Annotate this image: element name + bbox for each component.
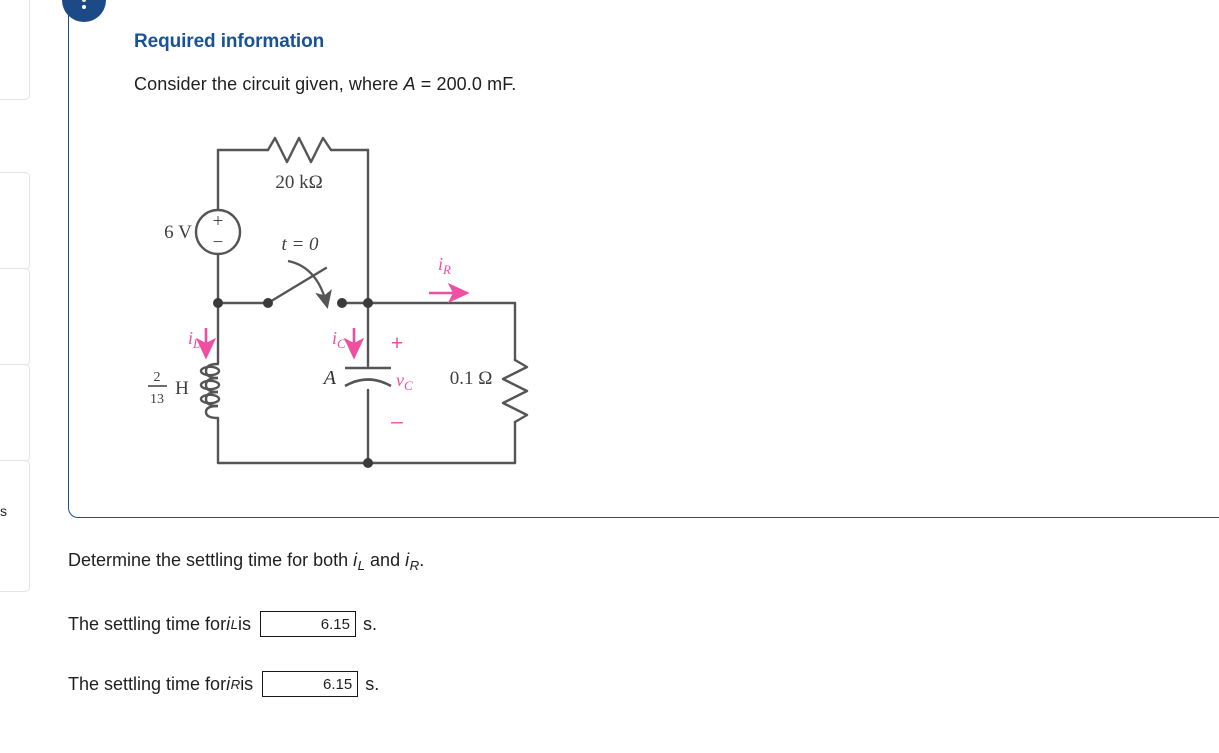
answer-ir-suffix: is bbox=[240, 673, 254, 694]
capacitor-plus-sign: + bbox=[391, 332, 403, 355]
clipped-card-3 bbox=[0, 364, 30, 462]
panel-heading: Required information bbox=[134, 31, 325, 52]
inductor-label: 2 13 H bbox=[148, 370, 189, 407]
source-minus-sign: − bbox=[213, 232, 224, 253]
right-resistor-label: 0.1 Ω bbox=[450, 368, 493, 389]
top-resistor-label: 20 kΩ bbox=[275, 172, 322, 193]
answer-il-var-sub: L bbox=[230, 616, 238, 632]
label-vc: vC bbox=[396, 370, 413, 393]
label-ic: iC bbox=[332, 328, 346, 351]
clipped-card-top bbox=[0, 0, 30, 100]
prompt-variable-a: A bbox=[403, 74, 416, 94]
current-labels: iL iC iR vC bbox=[188, 254, 451, 393]
question-suffix: . bbox=[419, 550, 425, 570]
question-middle: and bbox=[365, 550, 406, 570]
capacitor-symbol bbox=[344, 366, 392, 388]
label-ir: iR bbox=[438, 254, 451, 277]
ellipsis-dot-2 bbox=[82, 0, 86, 2]
inductor-symbol bbox=[199, 362, 221, 420]
source-label: 6 V bbox=[164, 222, 192, 243]
question-text: Determine the settling time for both iL … bbox=[68, 550, 424, 573]
prompt-suffix: = 200.0 mF. bbox=[415, 74, 517, 94]
inductor-unit: H bbox=[175, 378, 189, 399]
answer-ir-var-sub: R bbox=[230, 676, 241, 692]
answer-il-suffix: is bbox=[237, 613, 251, 634]
answer-il-unit: s. bbox=[362, 613, 377, 634]
clipped-card-1 bbox=[0, 172, 30, 270]
panel-prompt: Consider the circuit given, where A = 20… bbox=[134, 74, 516, 95]
question-var-il-sub: L bbox=[357, 557, 366, 573]
capacitor-minus-sign: – bbox=[391, 410, 403, 433]
answer-ir-prefix: The settling time for bbox=[68, 673, 227, 694]
question-var-ir-sub: R bbox=[409, 557, 420, 573]
voltage-source-symbol: + − bbox=[194, 208, 242, 256]
answer-row-il: The settling time for iL is s. bbox=[68, 611, 377, 637]
ellipsis-dot-3 bbox=[82, 5, 86, 9]
clipped-card-2 bbox=[0, 268, 30, 366]
answer-ir-unit: s. bbox=[365, 673, 380, 694]
switch-label: t = 0 bbox=[281, 234, 319, 255]
switch-close-arrow bbox=[287, 259, 332, 310]
circuit-diagram: + − 6 V 20 kΩ t = 0 2 13 H A 0.1 Ω iL iC… bbox=[140, 128, 560, 488]
capacitor-label: A bbox=[322, 367, 337, 389]
label-il: iL bbox=[188, 328, 200, 351]
answer-il-prefix: The settling time for bbox=[68, 613, 227, 634]
clipped-edge-text: s bbox=[0, 503, 8, 519]
question-prefix: Determine the settling time for both bbox=[68, 550, 354, 570]
source-plus-sign: + bbox=[213, 211, 224, 232]
prompt-prefix: Consider the circuit given, where bbox=[134, 74, 404, 94]
answer-row-ir: The settling time for iR is s. bbox=[68, 671, 379, 697]
inductor-numerator: 2 bbox=[154, 370, 161, 385]
settling-time-ir-input[interactable] bbox=[262, 671, 359, 697]
settling-time-il-input[interactable] bbox=[259, 611, 356, 637]
clipped-card-4 bbox=[0, 460, 30, 592]
inductor-denominator: 13 bbox=[150, 392, 164, 407]
